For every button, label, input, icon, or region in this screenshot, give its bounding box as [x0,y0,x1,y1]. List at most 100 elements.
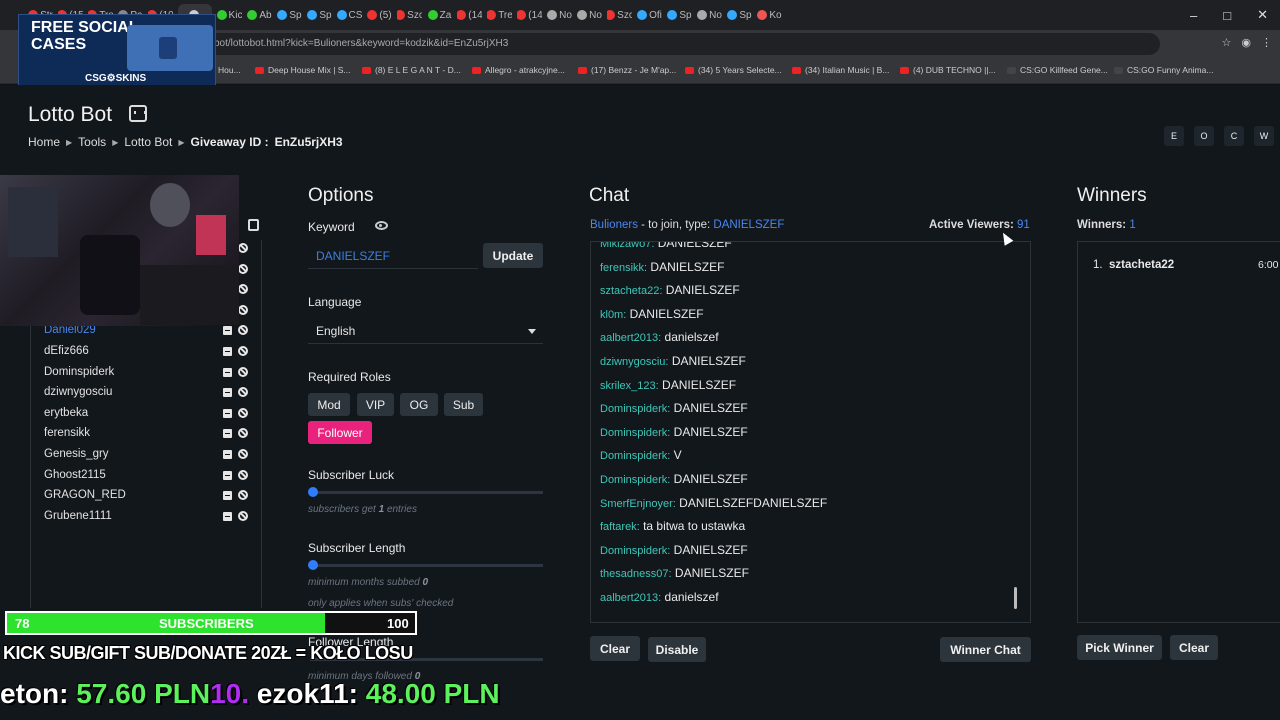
browser-tab[interactable]: No [547,4,572,26]
bookmark-item[interactable]: (17) Benzz - Je M'ap... [578,65,676,75]
user-row[interactable]: ferensikk [44,423,254,443]
ban-icon[interactable] [238,490,248,501]
role-og[interactable]: OG [400,393,438,416]
bookmark-item[interactable]: Allegro - atrakcyjne... [472,65,565,75]
user-row[interactable]: erytbeka [44,403,254,423]
remove-icon[interactable] [223,450,232,459]
bookmark-item[interactable]: (34) Italian Music | B... [792,65,889,75]
browser-tab[interactable]: CS [337,4,362,26]
bookmark-item[interactable]: (8) E L E G A N T - D... [362,65,461,75]
chat-username[interactable]: sztacheta22: [600,285,662,297]
minimize-button[interactable]: – [1190,8,1197,23]
browser-tab[interactable]: Tre [487,4,512,26]
chat-clear-button[interactable]: Clear [590,636,640,661]
browser-tab[interactable]: Ab [247,4,272,26]
role-mod[interactable]: Mod [308,393,350,416]
user-row[interactable]: Ghoost2115 [44,465,254,485]
browser-tab[interactable]: Za [427,4,452,26]
chat-username[interactable]: dziwnygosciu: [600,356,668,368]
language-select[interactable]: English [308,318,543,344]
close-button[interactable]: ✕ [1257,7,1268,23]
browser-tab[interactable]: Szc [397,4,422,26]
chat-username[interactable]: thesadness07: [600,568,672,580]
ban-icon[interactable] [238,469,248,480]
browser-tab[interactable]: (14 [457,4,482,26]
letter-button-w[interactable]: W [1254,126,1274,146]
ban-icon[interactable] [238,366,248,377]
browser-tab[interactable]: No [577,4,602,26]
bookmark-item[interactable]: CS:GO Funny Anima... [1114,65,1213,75]
ban-icon[interactable] [238,263,248,274]
remove-icon[interactable] [223,388,232,398]
chat-username[interactable]: kl0m: [600,309,626,321]
chat-box[interactable]: Mikizawo7: DANIELSZEF ferensikk: DANIELSZ… [590,241,1031,623]
remove-icon[interactable] [223,408,232,418]
ban-icon[interactable] [238,243,248,253]
pick-winner-button[interactable]: Pick Winner [1077,635,1162,660]
browser-tab[interactable]: Sp [727,4,752,26]
url-input[interactable]: bot/lottobot.html?kick=Bulioners&keyword… [200,33,1160,55]
bookmark-item[interactable]: (4) DUB TECHNO ||... [900,65,996,75]
browser-tab[interactable]: Sp [277,4,302,26]
browser-tab[interactable]: Ko [757,4,782,26]
browser-tab[interactable]: (5) [367,4,392,26]
chat-username[interactable]: faftarek: [600,521,640,533]
breadcrumb-home[interactable]: Home [28,135,60,149]
ban-icon[interactable] [238,387,248,398]
user-row[interactable]: Genesis_gry [44,444,254,464]
chat-username[interactable]: Dominspiderk: [600,545,670,557]
chat-username[interactable]: aalbert2013: [600,332,661,344]
winner-chat-button[interactable]: Winner Chat [940,637,1031,662]
role-vip[interactable]: VIP [357,393,394,416]
winners-clear-button[interactable]: Clear [1170,635,1218,660]
ban-icon[interactable] [238,449,248,459]
role-sub[interactable]: Sub [444,393,483,416]
chat-username[interactable]: ferensikk: [600,262,647,274]
star-icon[interactable]: ☆ [1222,36,1232,49]
browser-tab[interactable]: Sp [307,4,332,26]
chat-username[interactable]: skrilex_123: [600,380,659,392]
browser-tab[interactable]: No [697,4,722,26]
chat-username[interactable]: aalbert2013: [600,592,661,604]
maximize-button[interactable]: □ [1223,8,1231,23]
bookmark-item[interactable]: Hou... [218,65,241,75]
role-follower[interactable]: Follower [308,421,372,444]
ban-icon[interactable] [238,510,248,521]
chat-username[interactable]: Dominspiderk: [600,450,670,462]
chat-username[interactable]: Dominspiderk: [600,427,670,439]
remove-icon[interactable] [223,367,232,377]
user-row[interactable]: Grubene1111 [44,506,254,526]
slider-thumb[interactable] [308,487,318,497]
letter-button-o[interactable]: O [1194,126,1214,146]
letter-button-c[interactable]: C [1224,126,1244,146]
user-row[interactable]: dziwnygosciu [44,382,254,402]
user-row[interactable]: Dominspiderk [44,362,254,382]
browser-tab[interactable]: (14 [517,4,542,26]
user-row[interactable]: dEfiz666 [44,341,254,361]
extension-icon[interactable]: ◉ [1241,36,1251,49]
ban-icon[interactable] [238,346,248,356]
browser-tab[interactable]: Sp [667,4,692,26]
copy-icon[interactable] [248,219,259,231]
sub-luck-slider[interactable] [308,487,543,497]
chat-username[interactable]: Mikizawo7: [600,242,654,250]
user-row[interactable]: GRAGON_RED [44,485,254,505]
winner-row[interactable]: 1. sztacheta22 [1093,259,1174,271]
bookmark-item[interactable]: Deep House Mix | S... [255,65,351,75]
ban-icon[interactable] [238,284,248,295]
keyword-input[interactable]: DANIELSZEF [308,243,478,269]
browser-tab[interactable]: Ofi [637,4,662,26]
browser-tab[interactable]: Kic [217,4,242,26]
bookmark-item[interactable]: (34) 5 Years Selecte... [685,65,782,75]
breadcrumb-tools[interactable]: Tools [78,135,106,149]
chat-username[interactable]: Dominspiderk: [600,474,670,486]
chat-scrollbar[interactable] [1014,587,1017,609]
browser-tab[interactable]: Szc [607,4,632,26]
ban-icon[interactable] [238,325,248,336]
remove-icon[interactable] [223,491,232,501]
letter-button-e[interactable]: E [1164,126,1184,146]
breadcrumb-lottobot[interactable]: Lotto Bot [124,135,172,149]
remove-icon[interactable] [223,429,232,439]
sub-length-slider[interactable] [308,560,543,570]
remove-icon[interactable] [223,511,232,521]
